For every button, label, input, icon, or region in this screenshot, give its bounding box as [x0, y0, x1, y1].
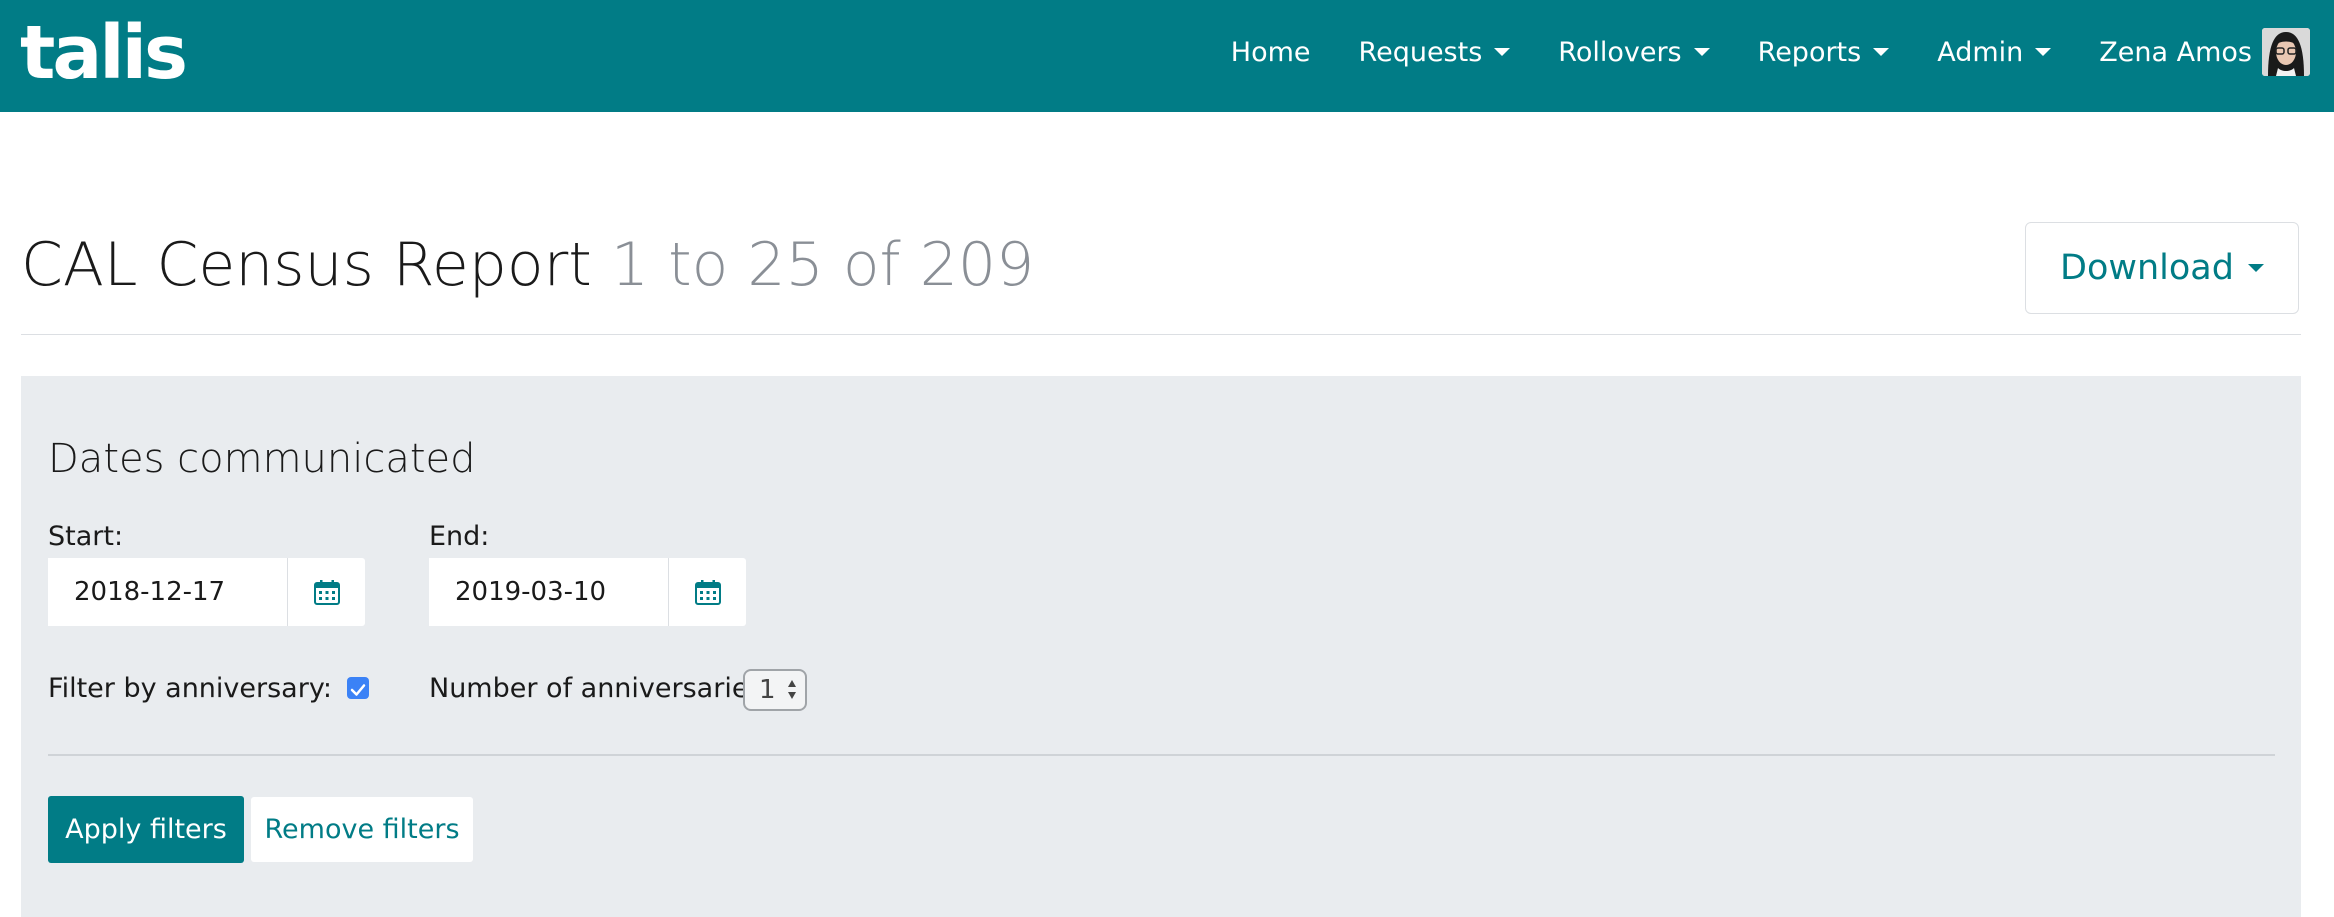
- filters-panel: Dates communicated Start: End:: [21, 376, 2301, 917]
- divider: [21, 334, 2301, 335]
- caret-down-icon: [1873, 48, 1890, 56]
- top-navbar: talis Home Requests Rollovers Reports Ad…: [0, 0, 2334, 112]
- num-anniversaries-stepper[interactable]: 1: [743, 669, 807, 711]
- caret-down-icon: [2035, 48, 2052, 56]
- nav-item-label: Home: [1230, 36, 1311, 68]
- nav-menu: Home Requests Rollovers Reports Admin Ze…: [1183, 0, 2310, 104]
- end-date-group: [429, 558, 746, 626]
- end-date-input[interactable]: [429, 558, 669, 626]
- download-label: Download: [2060, 248, 2234, 288]
- report-title: CAL Census Report: [21, 230, 592, 300]
- nav-item-label: Reports: [1757, 36, 1862, 68]
- end-label: End:: [429, 521, 490, 552]
- num-anniversaries-value: 1: [759, 675, 776, 705]
- start-date-input[interactable]: [48, 558, 288, 626]
- nav-item-admin[interactable]: Admin: [1937, 36, 2052, 68]
- caret-down-icon: [2247, 264, 2264, 272]
- filters-heading: Dates communicated: [48, 436, 476, 482]
- divider: [48, 754, 2275, 756]
- apply-filters-button[interactable]: Apply filters: [48, 796, 244, 863]
- page-title: CAL Census Report 1 to 25 of 209: [21, 225, 1034, 305]
- nav-item-label: Admin: [1937, 36, 2024, 68]
- num-anniversaries-label: Number of anniversaries:: [429, 673, 772, 704]
- nav-item-reports[interactable]: Reports: [1758, 37, 1890, 68]
- stepper-arrows-icon: [788, 680, 796, 699]
- start-calendar-button[interactable]: [288, 558, 365, 626]
- end-calendar-button[interactable]: [669, 558, 746, 626]
- download-button[interactable]: Download: [2025, 222, 2299, 314]
- calendar-icon: [694, 580, 721, 605]
- avatar: [2262, 28, 2310, 76]
- nav-item-label: Rollovers: [1558, 36, 1682, 68]
- remove-filters-button[interactable]: Remove filters: [251, 797, 473, 862]
- nav-item-rollovers[interactable]: Rollovers: [1558, 36, 1710, 68]
- avatar-image: [2262, 28, 2310, 76]
- caret-down-icon: [1494, 48, 1511, 56]
- anniversary-label: Filter by anniversary:: [48, 673, 332, 704]
- checkmark-icon: [350, 683, 365, 696]
- anniversary-checkbox[interactable]: [346, 676, 369, 699]
- talis-logo[interactable]: talis: [20, 8, 188, 98]
- start-date-group: [48, 558, 365, 626]
- nav-item-home[interactable]: Home: [1231, 37, 1311, 68]
- user-menu[interactable]: Zena Amos: [2099, 28, 2310, 76]
- caret-down-icon: [1693, 48, 1710, 56]
- start-label: Start:: [48, 521, 124, 552]
- calendar-icon: [313, 580, 340, 605]
- user-name: Zena Amos: [2099, 36, 2252, 68]
- nav-item-label: Requests: [1358, 36, 1483, 68]
- nav-item-requests[interactable]: Requests: [1359, 37, 1511, 68]
- result-count: 1 to 25 of 209: [610, 230, 1035, 300]
- anniversary-filter: Filter by anniversary:: [48, 673, 369, 704]
